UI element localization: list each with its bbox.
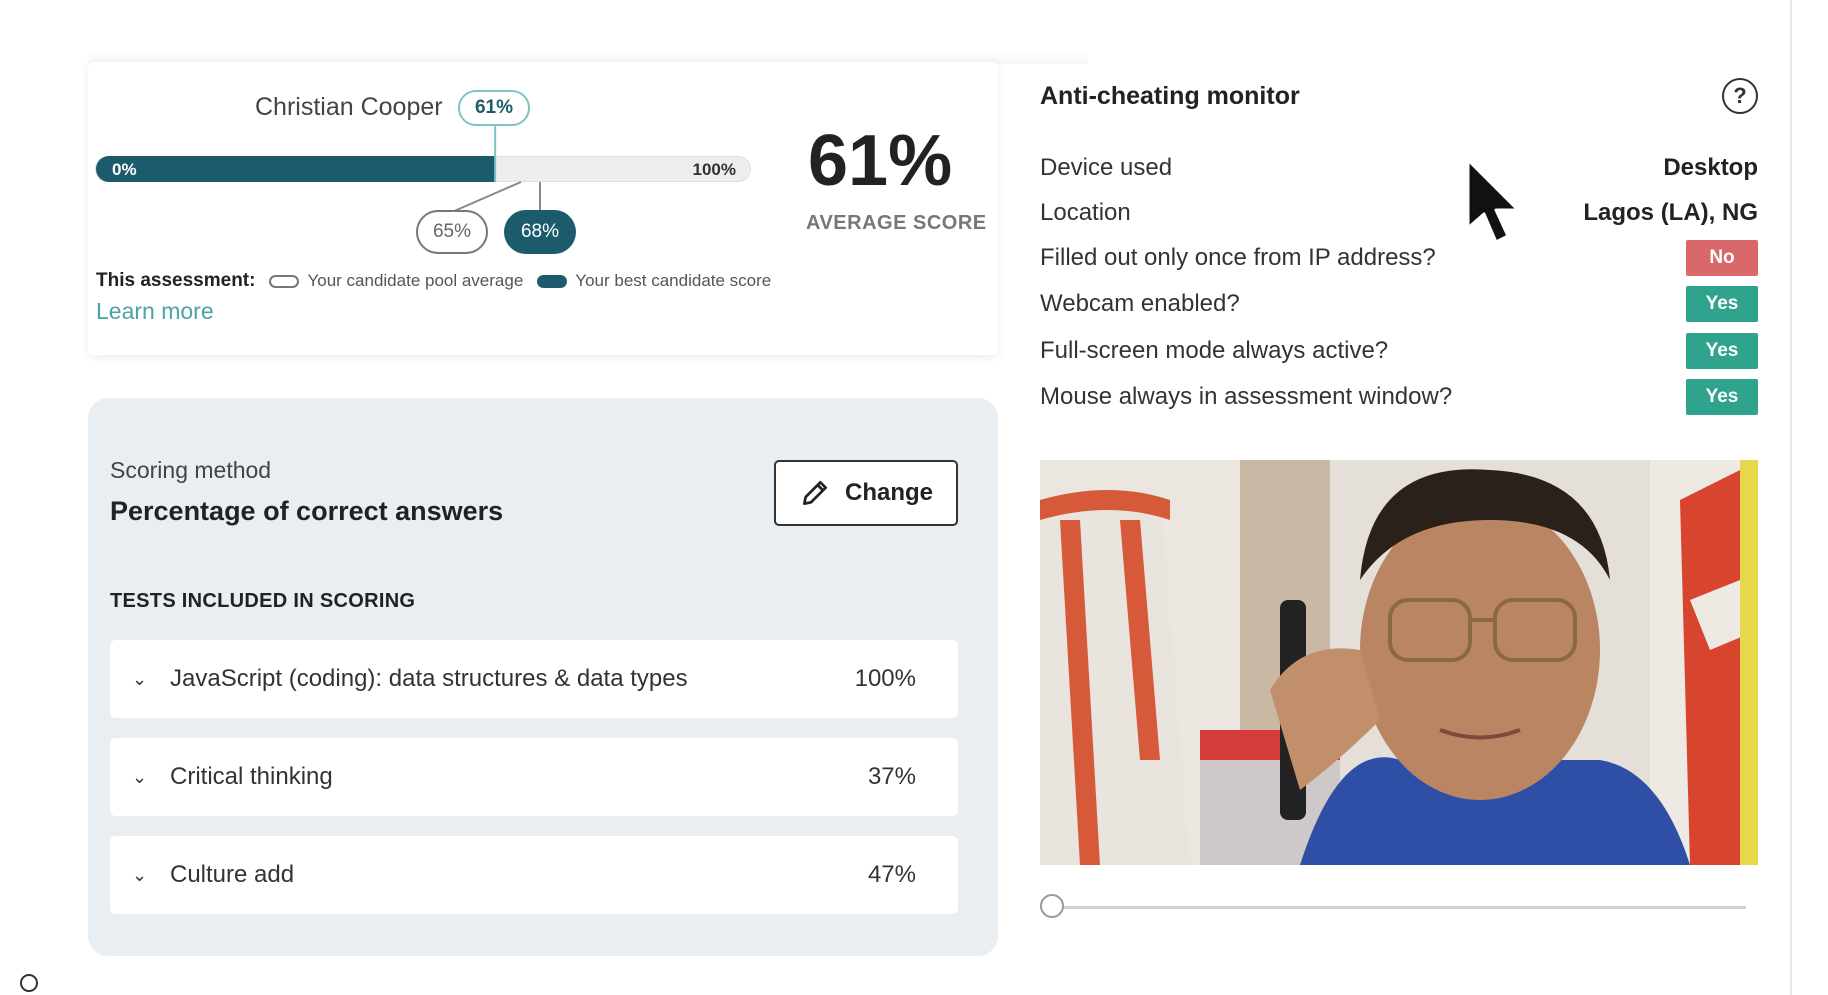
ip-status-badge: No [1686,240,1758,276]
score-bar: 0% 100% [95,156,751,182]
help-circle-icon[interactable]: ? [1722,78,1758,114]
change-scoring-button[interactable]: Change [774,460,958,526]
webcam-snapshot[interactable] [1040,460,1758,865]
test-score: 100% [854,665,916,692]
score-bar-max-label: 100% [692,160,736,179]
score-legend: This assessment: Your candidate pool ave… [96,270,771,292]
device-row: Device used Desktop [1040,150,1758,186]
legend-title: This assessment: [96,270,256,291]
test-name: JavaScript (coding): data structures & d… [170,665,688,692]
average-score-value: 61% [808,121,953,201]
fullscreen-status-badge: Yes [1686,333,1758,369]
chevron-down-icon: ⌄ [132,668,148,689]
playback-slider-track[interactable] [1052,906,1746,909]
chevron-down-icon: ⌄ [132,864,148,885]
device-label: Device used [1040,154,1173,181]
change-button-label: Change [844,479,933,506]
score-bar-min-label: 0% [112,160,137,179]
fullscreen-row: Full-screen mode always active? Yes [1040,333,1758,369]
test-row[interactable]: ⌄ JavaScript (coding): data structures &… [110,640,958,718]
location-label: Location [1040,199,1131,226]
webcam-image [1040,460,1758,865]
webcam-status-badge: Yes [1686,286,1758,322]
candidate-score-pill: 61% [458,90,530,126]
tests-heading: TESTS INCLUDED IN SCORING [110,590,416,612]
legend-best-label: Your best candidate score [575,271,772,290]
score-bar-fill [96,156,497,182]
webcam-row: Webcam enabled? Yes [1040,286,1758,322]
mouse-cursor-icon [1466,158,1520,244]
mouse-row: Mouse always in assessment window? Yes [1040,379,1758,415]
candidate-name: Christian Cooper [255,93,443,121]
page-right-border [1790,0,1792,995]
test-name: Critical thinking [170,763,333,790]
learn-more-link[interactable]: Learn more [96,298,214,325]
anti-cheat-title: Anti-cheating monitor [1040,82,1300,110]
pool-average-swatch [269,274,300,288]
best-score-swatch [537,274,568,288]
location-row: Location Lagos (LA), NG [1040,195,1758,231]
test-row[interactable]: ⌄ Culture add 47% [110,836,958,914]
status-circle-icon [20,974,38,992]
mouse-label: Mouse always in assessment window? [1040,383,1453,410]
fullscreen-label: Full-screen mode always active? [1040,337,1389,364]
scoring-method-label: Scoring method [110,457,272,483]
pool-average-pill: 65% [416,210,488,254]
test-name: Culture add [170,861,295,888]
best-score-pill: 68% [504,210,576,254]
score-summary-card [88,62,998,355]
mouse-status-badge: Yes [1686,379,1758,415]
ip-label: Filled out only once from IP address? [1040,244,1436,271]
test-row[interactable]: ⌄ Critical thinking 37% [110,738,958,816]
scoring-method-value: Percentage of correct answers [110,496,504,526]
device-value: Desktop [1663,154,1758,181]
test-score: 37% [867,763,916,790]
ip-row: Filled out only once from IP address? No [1040,240,1758,276]
location-value: Lagos (LA), NG [1583,199,1758,226]
chevron-down-icon: ⌄ [132,766,148,787]
pencil-icon [802,481,827,505]
legend-pool-label: Your candidate pool average [307,271,524,290]
playback-slider-handle[interactable] [1040,894,1064,918]
webcam-label: Webcam enabled? [1040,290,1240,317]
test-score: 47% [867,861,916,888]
average-score-label: AVERAGE SCORE [806,212,987,234]
